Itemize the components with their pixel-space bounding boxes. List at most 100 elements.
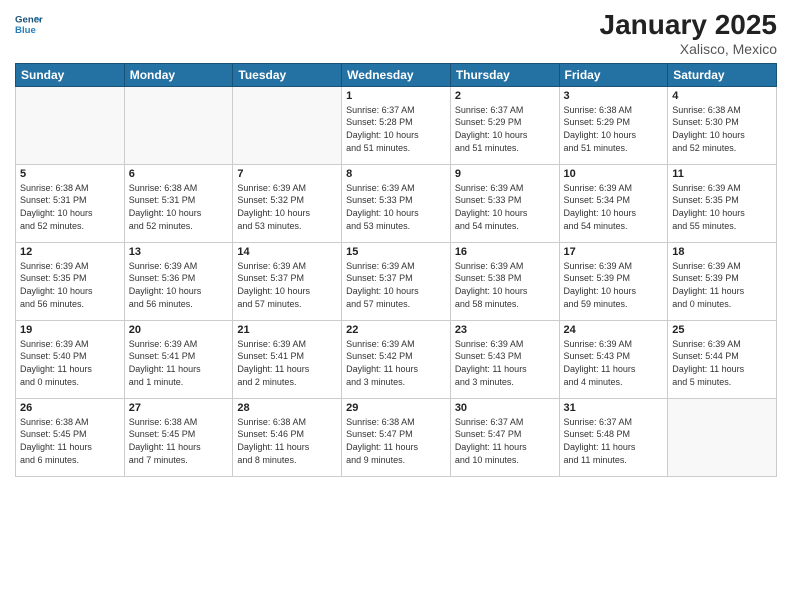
day-number: 22 bbox=[346, 324, 446, 336]
day-number: 24 bbox=[564, 324, 664, 336]
day-number: 7 bbox=[237, 168, 337, 180]
calendar-week-row: 26Sunrise: 6:38 AM Sunset: 5:45 PM Dayli… bbox=[16, 398, 777, 476]
table-row: 6 Sunrise: 6:38 AM Sunset: 5:31 PM Daylig… bbox=[124, 164, 233, 242]
table-row: 23Sunrise: 6:39 AM Sunset: 5:43 PM Dayli… bbox=[450, 320, 559, 398]
day-number: 2 bbox=[455, 90, 555, 102]
day-info: Sunrise: 6:38 AM Sunset: 5:31 PM Dayligh… bbox=[129, 182, 229, 232]
table-row: 22 Sunrise: 6:39 AM Sunset: 5:42 PM Dayli… bbox=[342, 320, 451, 398]
day-number: 29 bbox=[346, 402, 446, 414]
day-info: Sunrise: 6:39 AM Sunset: 5:34 PM Dayligh… bbox=[564, 182, 664, 232]
day-info: Sunrise: 6:39 AM Sunset: 5:42 PM Dayligh… bbox=[346, 338, 446, 388]
table-row: 29 Sunrise: 6:38 AM Sunset: 5:47 PM Dayli… bbox=[342, 398, 451, 476]
table-row: 17 Sunrise: 6:39 AM Sunset: 5:39 PM Dayli… bbox=[559, 242, 668, 320]
day-number: 1 bbox=[346, 90, 446, 102]
day-number: 21 bbox=[237, 324, 337, 336]
day-info: Sunrise: 6:39 AM Sunset: 5:39 PM Dayligh… bbox=[672, 260, 772, 310]
day-info: Sunrise: 6:39 AM Sunset: 5:43 PM Dayligh… bbox=[455, 338, 555, 388]
col-wednesday: Wednesday bbox=[342, 63, 451, 86]
day-number: 31 bbox=[564, 402, 664, 414]
calendar-week-row: 19 Sunrise: 6:39 AM Sunset: 5:40 PM Dayli… bbox=[16, 320, 777, 398]
table-row: 25 Sunrise: 6:39 AM Sunset: 5:44 PM Dayli… bbox=[668, 320, 777, 398]
day-number: 17 bbox=[564, 246, 664, 258]
day-info: Sunrise: 6:38 AM Sunset: 5:45 PM Dayligh… bbox=[129, 416, 229, 466]
day-number: 5 bbox=[20, 168, 120, 180]
day-info: Sunrise: 6:38 AM Sunset: 5:31 PM Dayligh… bbox=[20, 182, 120, 232]
day-info: Sunrise: 6:39 AM Sunset: 5:38 PM Dayligh… bbox=[455, 260, 555, 310]
col-monday: Monday bbox=[124, 63, 233, 86]
table-row: 28Sunrise: 6:38 AM Sunset: 5:46 PM Dayli… bbox=[233, 398, 342, 476]
table-row: 20 Sunrise: 6:39 AM Sunset: 5:41 PM Dayli… bbox=[124, 320, 233, 398]
day-number: 4 bbox=[672, 90, 772, 102]
table-row: 4 Sunrise: 6:38 AM Sunset: 5:30 PM Daylig… bbox=[668, 86, 777, 164]
table-row: 5 Sunrise: 6:38 AM Sunset: 5:31 PM Daylig… bbox=[16, 164, 125, 242]
day-info: Sunrise: 6:39 AM Sunset: 5:39 PM Dayligh… bbox=[564, 260, 664, 310]
table-row bbox=[233, 86, 342, 164]
table-row: 24 Sunrise: 6:39 AM Sunset: 5:43 PM Dayli… bbox=[559, 320, 668, 398]
day-number: 12 bbox=[20, 246, 120, 258]
day-number: 14 bbox=[237, 246, 337, 258]
day-info: Sunrise: 6:38 AM Sunset: 5:45 PM Dayligh… bbox=[20, 416, 120, 466]
location: Xalisco, Mexico bbox=[600, 41, 777, 57]
calendar-week-row: 1 Sunrise: 6:37 AM Sunset: 5:28 PM Daylig… bbox=[16, 86, 777, 164]
day-info: Sunrise: 6:39 AM Sunset: 5:36 PM Dayligh… bbox=[129, 260, 229, 310]
day-number: 13 bbox=[129, 246, 229, 258]
day-info: Sunrise: 6:38 AM Sunset: 5:46 PM Dayligh… bbox=[237, 416, 337, 466]
svg-text:Blue: Blue bbox=[15, 25, 36, 36]
table-row: 30Sunrise: 6:37 AM Sunset: 5:47 PM Dayli… bbox=[450, 398, 559, 476]
header: General Blue January 2025 Xalisco, Mexic… bbox=[15, 10, 777, 57]
day-number: 27 bbox=[129, 402, 229, 414]
day-number: 8 bbox=[346, 168, 446, 180]
table-row: 26Sunrise: 6:38 AM Sunset: 5:45 PM Dayli… bbox=[16, 398, 125, 476]
calendar-week-row: 12 Sunrise: 6:39 AM Sunset: 5:35 PM Dayli… bbox=[16, 242, 777, 320]
table-row bbox=[668, 398, 777, 476]
day-info: Sunrise: 6:39 AM Sunset: 5:44 PM Dayligh… bbox=[672, 338, 772, 388]
day-info: Sunrise: 6:39 AM Sunset: 5:40 PM Dayligh… bbox=[20, 338, 120, 388]
day-info: Sunrise: 6:39 AM Sunset: 5:43 PM Dayligh… bbox=[564, 338, 664, 388]
calendar-week-row: 5 Sunrise: 6:38 AM Sunset: 5:31 PM Daylig… bbox=[16, 164, 777, 242]
logo: General Blue bbox=[15, 10, 43, 38]
day-info: Sunrise: 6:39 AM Sunset: 5:37 PM Dayligh… bbox=[237, 260, 337, 310]
table-row bbox=[124, 86, 233, 164]
day-info: Sunrise: 6:37 AM Sunset: 5:28 PM Dayligh… bbox=[346, 104, 446, 154]
day-number: 20 bbox=[129, 324, 229, 336]
col-sunday: Sunday bbox=[16, 63, 125, 86]
table-row: 3 Sunrise: 6:38 AM Sunset: 5:29 PM Daylig… bbox=[559, 86, 668, 164]
day-info: Sunrise: 6:38 AM Sunset: 5:30 PM Dayligh… bbox=[672, 104, 772, 154]
table-row: 19 Sunrise: 6:39 AM Sunset: 5:40 PM Dayli… bbox=[16, 320, 125, 398]
table-row: 8 Sunrise: 6:39 AM Sunset: 5:33 PM Daylig… bbox=[342, 164, 451, 242]
day-info: Sunrise: 6:39 AM Sunset: 5:41 PM Dayligh… bbox=[237, 338, 337, 388]
table-row: 11Sunrise: 6:39 AM Sunset: 5:35 PM Dayli… bbox=[668, 164, 777, 242]
title-area: January 2025 Xalisco, Mexico bbox=[600, 10, 777, 57]
col-saturday: Saturday bbox=[668, 63, 777, 86]
table-row: 15Sunrise: 6:39 AM Sunset: 5:37 PM Dayli… bbox=[342, 242, 451, 320]
table-row: 27 Sunrise: 6:38 AM Sunset: 5:45 PM Dayli… bbox=[124, 398, 233, 476]
table-row: 18 Sunrise: 6:39 AM Sunset: 5:39 PM Dayli… bbox=[668, 242, 777, 320]
day-number: 25 bbox=[672, 324, 772, 336]
table-row: 31 Sunrise: 6:37 AM Sunset: 5:48 PM Dayli… bbox=[559, 398, 668, 476]
day-number: 3 bbox=[564, 90, 664, 102]
table-row: 14 Sunrise: 6:39 AM Sunset: 5:37 PM Dayli… bbox=[233, 242, 342, 320]
day-info: Sunrise: 6:39 AM Sunset: 5:33 PM Dayligh… bbox=[346, 182, 446, 232]
day-number: 30 bbox=[455, 402, 555, 414]
table-row: 12 Sunrise: 6:39 AM Sunset: 5:35 PM Dayli… bbox=[16, 242, 125, 320]
day-number: 19 bbox=[20, 324, 120, 336]
day-info: Sunrise: 6:39 AM Sunset: 5:41 PM Dayligh… bbox=[129, 338, 229, 388]
day-number: 9 bbox=[455, 168, 555, 180]
day-info: Sunrise: 6:39 AM Sunset: 5:33 PM Dayligh… bbox=[455, 182, 555, 232]
day-number: 10 bbox=[564, 168, 664, 180]
day-info: Sunrise: 6:38 AM Sunset: 5:47 PM Dayligh… bbox=[346, 416, 446, 466]
table-row: 9 Sunrise: 6:39 AM Sunset: 5:33 PM Daylig… bbox=[450, 164, 559, 242]
col-friday: Friday bbox=[559, 63, 668, 86]
table-row: 2Sunrise: 6:37 AM Sunset: 5:29 PM Daylig… bbox=[450, 86, 559, 164]
day-info: Sunrise: 6:39 AM Sunset: 5:37 PM Dayligh… bbox=[346, 260, 446, 310]
day-number: 16 bbox=[455, 246, 555, 258]
table-row: 1 Sunrise: 6:37 AM Sunset: 5:28 PM Daylig… bbox=[342, 86, 451, 164]
day-info: Sunrise: 6:39 AM Sunset: 5:35 PM Dayligh… bbox=[20, 260, 120, 310]
day-number: 18 bbox=[672, 246, 772, 258]
day-info: Sunrise: 6:39 AM Sunset: 5:32 PM Dayligh… bbox=[237, 182, 337, 232]
day-number: 6 bbox=[129, 168, 229, 180]
day-info: Sunrise: 6:39 AM Sunset: 5:35 PM Dayligh… bbox=[672, 182, 772, 232]
day-info: Sunrise: 6:37 AM Sunset: 5:48 PM Dayligh… bbox=[564, 416, 664, 466]
day-info: Sunrise: 6:38 AM Sunset: 5:29 PM Dayligh… bbox=[564, 104, 664, 154]
table-row bbox=[16, 86, 125, 164]
